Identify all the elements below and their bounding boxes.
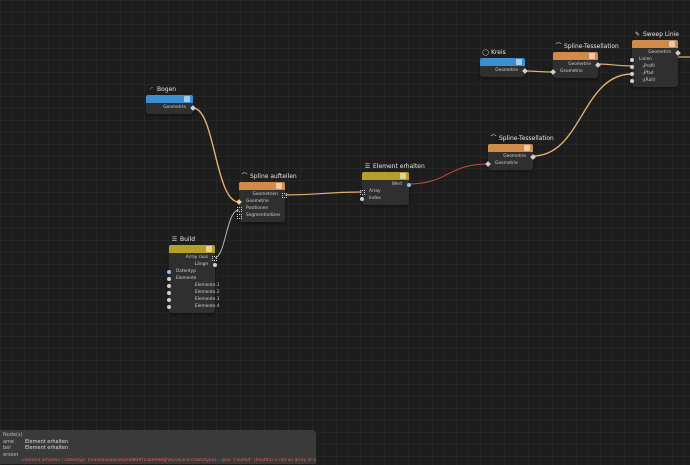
node-title: Element erhalten — [373, 162, 425, 170]
node-header[interactable] — [239, 182, 285, 190]
input-geometrie[interactable]: Geometrie — [236, 198, 285, 205]
node-build[interactable]: ☰ Build Array raus Länge Datentyp Element… — [167, 236, 220, 313]
port-dot-icon[interactable] — [167, 276, 171, 281]
input-pfad[interactable]: > Pfad — [630, 70, 678, 77]
spline-icon: ⌒ — [555, 42, 562, 50]
node-header[interactable] — [362, 172, 409, 180]
spline-icon: ⌒ — [241, 172, 248, 180]
info-label-value: Element erhalten — [25, 445, 69, 451]
port-dot-icon[interactable] — [213, 262, 217, 267]
spline-icon: ⌒ — [490, 134, 497, 142]
port-list-icon[interactable] — [212, 255, 217, 261]
port-diamond-icon[interactable] — [485, 160, 491, 167]
input-index[interactable]: Index — [360, 195, 409, 202]
list-icon: ☰ — [364, 162, 371, 170]
output-wert[interactable]: Wert — [362, 181, 411, 188]
input-geometrie[interactable]: Geometrie — [485, 160, 533, 167]
node-header[interactable] — [169, 245, 215, 253]
brush-icon: ✎ — [634, 30, 641, 38]
input-elemente-3[interactable]: Elemente.3 — [167, 296, 220, 303]
node-menu-icon[interactable] — [400, 173, 406, 179]
node-header[interactable] — [488, 144, 533, 152]
node-spline-tessellation-mid[interactable]: ⌒ Spline-Tessellation Geometrie Geometrie — [485, 135, 554, 170]
node-title: Kreis — [491, 48, 506, 56]
input-elemente[interactable]: Elemente — [167, 275, 215, 282]
input-array[interactable]: Array — [360, 188, 409, 195]
input-positionen[interactable]: Positionen — [237, 205, 285, 212]
node-menu-icon[interactable] — [184, 96, 190, 102]
wire-spline-tess-mid-to-sweep — [532, 73, 633, 157]
wire-build-to-spline-aufteilen — [213, 209, 240, 259]
node-title: Spline aufteilen — [250, 172, 297, 180]
port-dot-icon[interactable] — [630, 78, 634, 83]
node-spline-aufteilen[interactable]: ⌒ Spline aufteilen Geometrien Geometrie P… — [236, 173, 297, 222]
input-datentyp[interactable]: Datentyp — [167, 268, 215, 275]
wire-bogen-to-spline-aufteilen — [192, 107, 240, 203]
node-title: Bogen — [157, 85, 177, 93]
node-menu-icon[interactable] — [589, 53, 595, 59]
output-geometrie[interactable]: Geometrie — [553, 61, 601, 68]
node-menu-icon[interactable] — [524, 145, 530, 151]
expand-icon[interactable]: > — [642, 70, 645, 77]
port-dot-icon[interactable] — [167, 283, 171, 288]
input-elemente-1[interactable]: Elemente.1 — [167, 282, 220, 289]
port-diamond-icon[interactable] — [236, 198, 242, 205]
output-laenge[interactable]: Länge — [169, 261, 217, 268]
node-kreis[interactable]: ◯ Kreis Geometrie — [480, 49, 528, 77]
port-dot-icon[interactable] — [407, 182, 411, 187]
port-list-icon[interactable] — [360, 189, 365, 195]
port-dot-icon[interactable] — [167, 290, 171, 295]
input-geometrie[interactable]: Geometrie — [550, 68, 598, 75]
node-menu-icon[interactable] — [276, 183, 282, 189]
input-elemente-4[interactable]: Elemente.4 — [167, 303, 220, 310]
expand-icon[interactable]: > — [642, 63, 645, 70]
port-dot-icon[interactable] — [630, 57, 634, 62]
output-geometrie[interactable]: Geometrie — [480, 67, 528, 74]
port-list-icon[interactable] — [282, 192, 287, 198]
output-geometrie[interactable]: Geometrie — [488, 153, 536, 160]
node-info-panel: Node(s) ame Element erhalten bel Element e… — [0, 430, 316, 464]
input-elemente-2[interactable]: Elemente.2 — [167, 289, 220, 296]
port-dot-icon[interactable] — [360, 196, 364, 201]
list-icon: ☰ — [171, 235, 178, 243]
input-profil[interactable]: > Profil — [630, 63, 678, 70]
node-header[interactable] — [146, 95, 193, 103]
node-element-erhalten[interactable]: ☰ Element erhalten Wert Array Index — [360, 163, 425, 205]
output-geometrie[interactable]: Geometrie — [146, 104, 196, 111]
output-array-raus[interactable]: Array raus — [169, 254, 217, 261]
node-title: Spline-Tessellation — [499, 134, 554, 142]
circle-icon: ◯ — [482, 48, 489, 56]
node-spline-tessellation-top[interactable]: ⌒ Spline-Tessellation Geometrie Geometrie — [550, 43, 619, 78]
port-dot-icon[interactable] — [167, 304, 171, 309]
input-segmentindizes[interactable]: Segmentindizes — [237, 212, 285, 219]
node-header[interactable] — [553, 52, 598, 60]
port-list-icon[interactable] — [237, 213, 242, 219]
wire-spline-aufteilen-to-element — [284, 191, 363, 196]
node-sweep-linie[interactable]: ✎ Sweep Linie Geometrie Linien > Profil > P… — [630, 31, 681, 87]
input-rail[interactable]: > (Rail) — [630, 77, 678, 84]
output-geometrie[interactable]: Geometrie — [632, 49, 681, 56]
node-menu-icon[interactable] — [669, 41, 675, 47]
port-dot-icon[interactable] — [630, 71, 634, 76]
port-dot-icon[interactable] — [167, 269, 171, 274]
expand-icon[interactable]: > — [642, 77, 645, 84]
port-dot-icon[interactable] — [630, 64, 634, 69]
node-bogen[interactable]: ◜ Bogen Geometrie — [146, 86, 196, 114]
arc-icon: ◜ — [150, 85, 153, 93]
port-dot-icon[interactable] — [167, 297, 171, 302]
node-header[interactable] — [632, 40, 678, 48]
input-linien[interactable]: Linien — [630, 56, 678, 63]
node-title: Spline-Tessellation — [564, 42, 619, 50]
node-title: Sweep Linie — [643, 30, 679, 38]
node-menu-icon[interactable] — [516, 59, 522, 65]
node-title: Build — [180, 235, 196, 243]
output-geometrien[interactable]: Geometrien — [239, 191, 287, 198]
port-diamond-icon[interactable] — [550, 68, 556, 75]
wire-spline-tess-top-to-sweep — [597, 63, 633, 67]
port-list-icon[interactable] — [237, 206, 242, 212]
node-menu-icon[interactable] — [206, 246, 212, 252]
node-header[interactable] — [480, 58, 525, 66]
